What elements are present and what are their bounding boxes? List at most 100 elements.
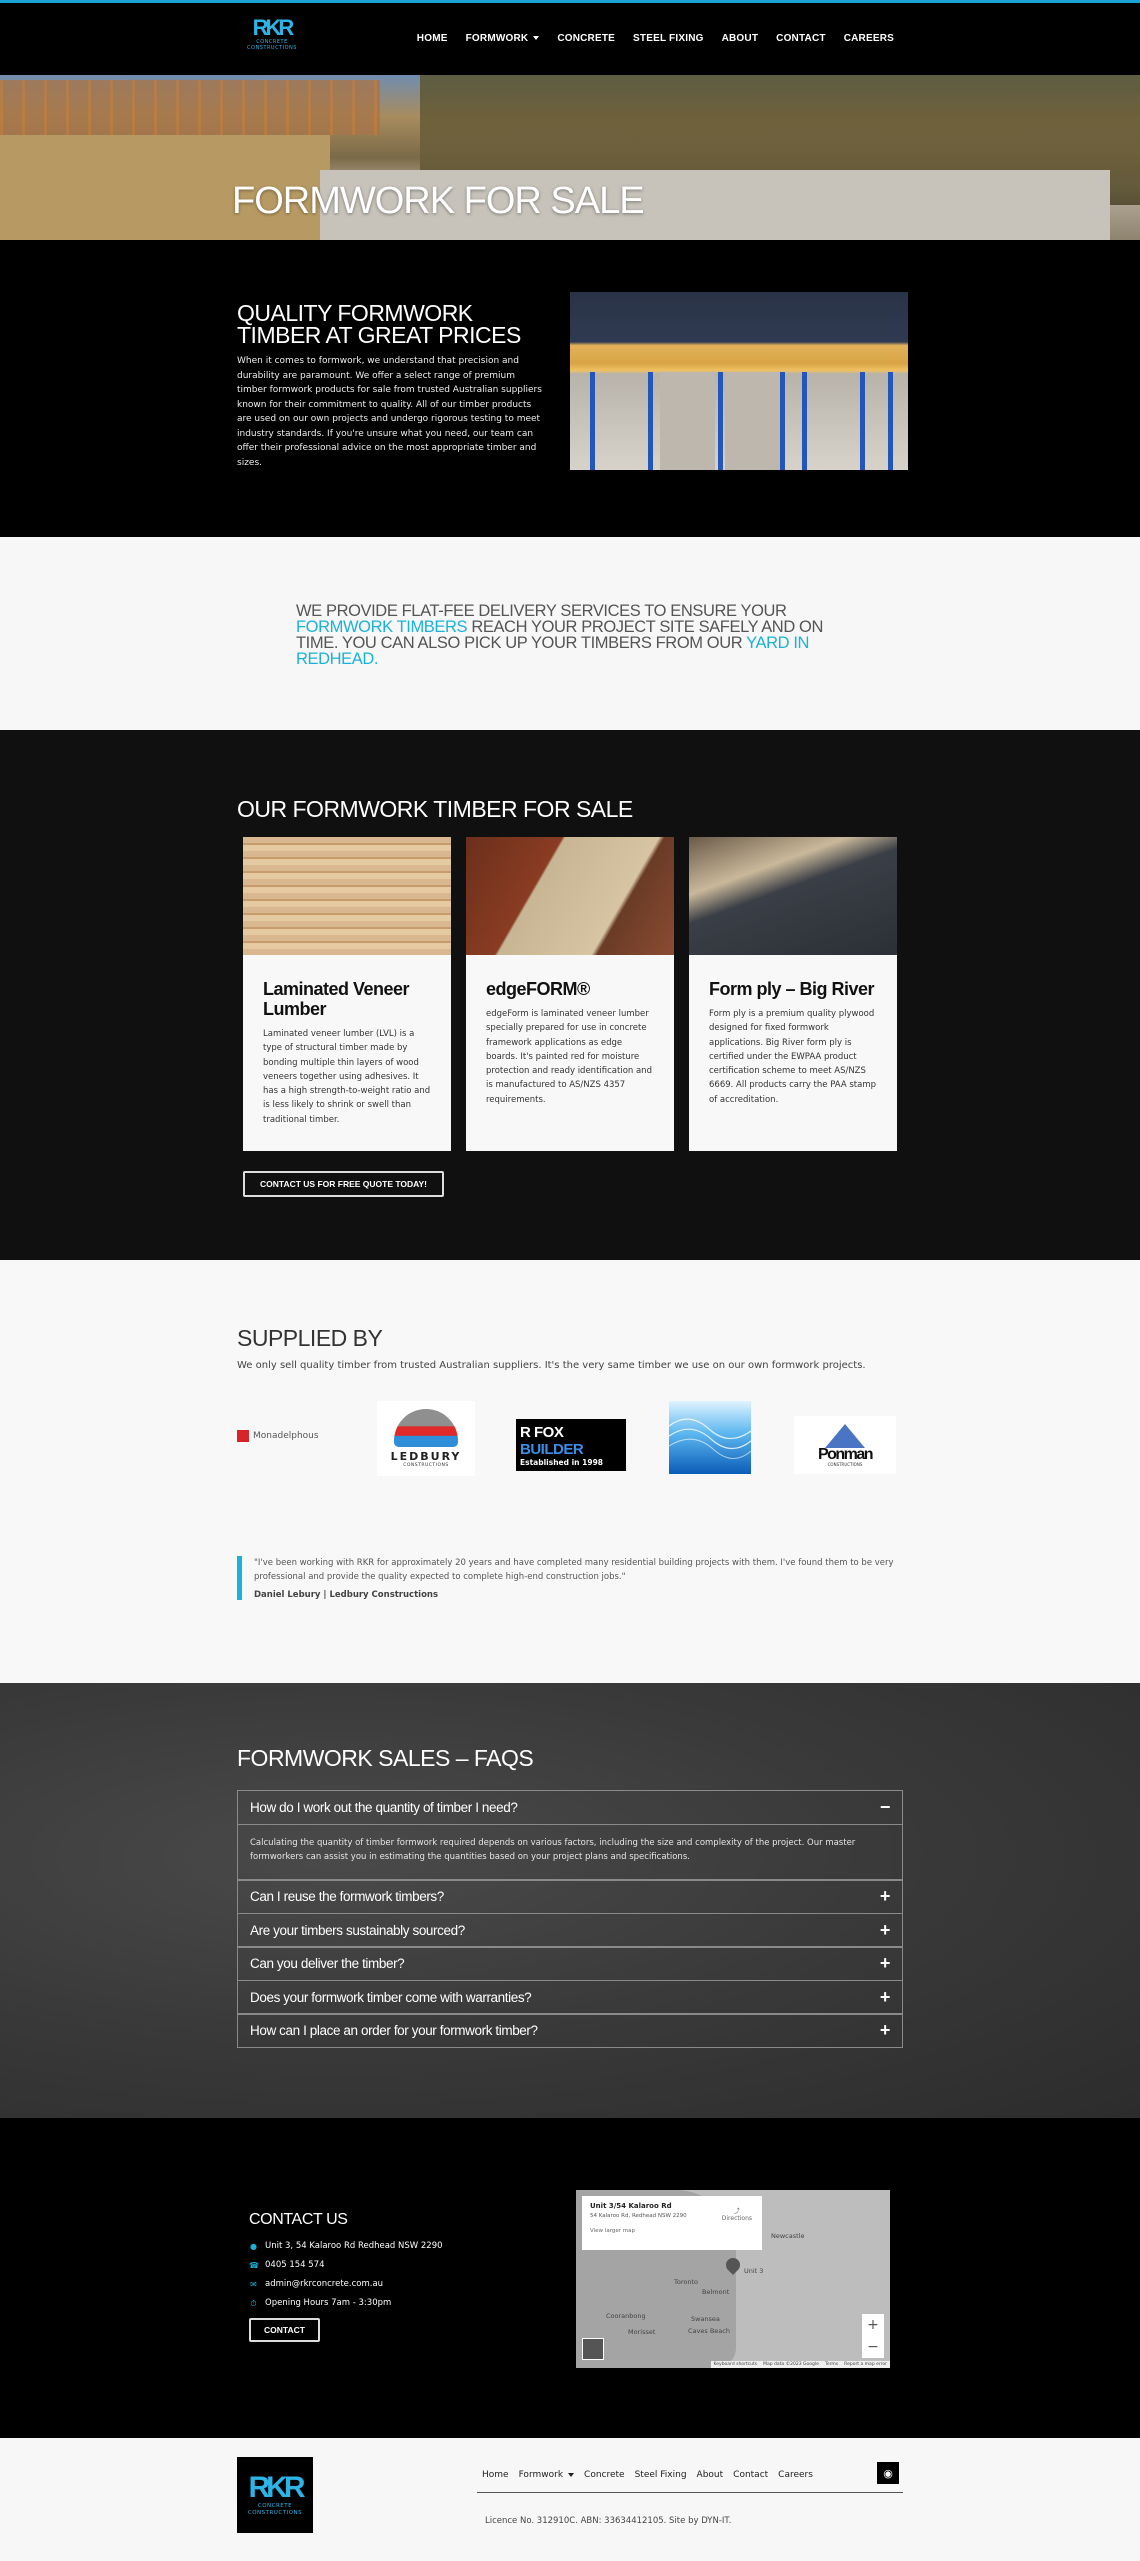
satellite-toggle[interactable] bbox=[582, 2338, 604, 2360]
site-logo[interactable]: RKR CONCRETE CONSTRUCTIONS bbox=[246, 17, 298, 61]
nav-careers[interactable]: CAREERS bbox=[844, 33, 894, 44]
nav-steel-fixing[interactable]: STEEL FIXING bbox=[633, 33, 704, 44]
footer-nav-contact[interactable]: Contact bbox=[733, 2470, 768, 2480]
site-header: RKR CONCRETE CONSTRUCTIONS HOME FORMWORK… bbox=[0, 0, 1140, 75]
monadelphous-mark-icon bbox=[237, 1430, 249, 1442]
faq-item: Are your timbers sustainably sourced? + bbox=[237, 1912, 903, 1948]
nav-concrete[interactable]: CONCRETE bbox=[557, 33, 615, 44]
map-pin-label: Unit 3 bbox=[744, 2267, 764, 2275]
chevron-down-icon bbox=[568, 2472, 575, 2477]
contact-button[interactable]: CONTACT bbox=[249, 2318, 320, 2342]
zoom-out-icon[interactable]: − bbox=[867, 2339, 879, 2355]
map-attribution: Keyboard shortcuts Map data ©2023 Google… bbox=[710, 2361, 890, 2368]
product-title: Form ply – Big River bbox=[709, 979, 875, 999]
faq-question: Can I reuse the formwork timbers? bbox=[250, 1889, 444, 1904]
instagram-icon[interactable]: ◉ bbox=[877, 2462, 899, 2484]
rfox-name-b: BUILDER bbox=[520, 1440, 584, 1458]
footer-nav-formwork-label: Formwork bbox=[518, 2470, 564, 2480]
testimonial-author: Daniel Lebury | Ledbury Constructions bbox=[254, 1590, 439, 1600]
photo-column bbox=[725, 372, 780, 470]
contact-address: ● Unit 3, 54 Kalaroo Rd Redhead NSW 2290 bbox=[249, 2237, 443, 2256]
nav-home[interactable]: HOME bbox=[417, 33, 448, 44]
product-title: edgeFORM® bbox=[486, 979, 590, 999]
main-nav: HOME FORMWORK CONCRETE STEEL FIXING ABOU… bbox=[417, 33, 894, 44]
contact-heading: CONTACT US bbox=[249, 2211, 348, 2228]
product-card-edgeform: edgeFORM® edgeForm is laminated veneer l… bbox=[466, 837, 674, 1151]
faq-accordion: How do I work out the quantity of timber… bbox=[237, 1789, 903, 2048]
phone-icon: ☎ bbox=[249, 2261, 259, 2270]
expand-plus-icon[interactable]: + bbox=[880, 1987, 891, 2008]
faq-question: How can I place an order for your formwo… bbox=[250, 2023, 538, 2038]
photo-column bbox=[660, 372, 715, 470]
nav-contact[interactable]: CONTACT bbox=[776, 33, 826, 44]
directions-button[interactable]: ⤴ Directions bbox=[722, 2206, 752, 2222]
delivery-section: WE PROVIDE FLAT-FEE DELIVERY SERVICES TO… bbox=[0, 537, 1140, 730]
expand-plus-icon[interactable]: + bbox=[880, 1886, 891, 1907]
logo-line-2: CONSTRUCTIONS bbox=[247, 45, 297, 51]
faq-heading: FORMWORK SALES – FAQS bbox=[237, 1745, 534, 1771]
footer-nav: Home Formwork Concrete Steel Fixing Abou… bbox=[482, 2470, 813, 2480]
faq-question-toggle[interactable]: Does your formwork timber come with warr… bbox=[238, 1981, 902, 2014]
faq-item: How can I place an order for your formwo… bbox=[237, 2013, 903, 2048]
map-label: Cooranbong bbox=[606, 2312, 646, 2320]
expand-plus-icon[interactable]: + bbox=[880, 2020, 891, 2041]
delivery-statement: WE PROVIDE FLAT-FEE DELIVERY SERVICES TO… bbox=[296, 603, 856, 668]
faq-question-toggle[interactable]: How can I place an order for your formwo… bbox=[238, 2014, 902, 2047]
footer-divider bbox=[477, 2492, 903, 2493]
footer-nav-formwork[interactable]: Formwork bbox=[518, 2470, 575, 2480]
nav-formwork[interactable]: FORMWORK bbox=[466, 33, 540, 44]
faq-answer: Calculating the quantity of timber formw… bbox=[238, 1823, 902, 1880]
chevron-down-icon bbox=[533, 36, 540, 41]
page-title: FORMWORK FOR SALE bbox=[232, 180, 645, 222]
faq-question: Are your timbers sustainably sourced? bbox=[250, 1922, 465, 1938]
collapse-minus-icon[interactable]: − bbox=[880, 1797, 891, 1818]
nav-about[interactable]: ABOUT bbox=[722, 33, 759, 44]
footer-nav-about[interactable]: About bbox=[697, 2470, 724, 2480]
products-section: OUR FORMWORK TIMBER FOR SALE Laminated V… bbox=[0, 730, 1140, 1260]
ponman-name: Ponman bbox=[817, 1445, 874, 1463]
directions-icon: ⤴ bbox=[733, 2208, 740, 2215]
terms-link[interactable]: Terms bbox=[825, 2362, 838, 2367]
contact-phone[interactable]: ☎ 0405 154 574 bbox=[249, 2256, 443, 2275]
map-label: Swansea bbox=[691, 2315, 720, 2323]
supplied-heading: SUPPLIED BY bbox=[237, 1325, 383, 1351]
faq-question-toggle[interactable]: Can I reuse the formwork timbers? + bbox=[238, 1880, 902, 1913]
view-larger-map-link[interactable]: View larger map bbox=[590, 2228, 754, 2234]
keyboard-shortcuts-link[interactable]: Keyboard shortcuts bbox=[714, 2362, 758, 2367]
product-description: edgeForm is laminated veneer lumber spec… bbox=[486, 1009, 652, 1105]
photo-prop bbox=[888, 372, 893, 470]
footer-nav-steel-fixing[interactable]: Steel Fixing bbox=[635, 2470, 687, 2480]
faq-item: Can I reuse the formwork timbers? + bbox=[237, 1879, 903, 1914]
product-image-lvl bbox=[243, 837, 451, 955]
hours-text: Opening Hours 7am - 3:30pm bbox=[265, 2298, 392, 2308]
faq-question-toggle[interactable]: How do I work out the quantity of timber… bbox=[238, 1791, 902, 1824]
contact-email[interactable]: ✉ admin@rkrconcrete.com.au bbox=[249, 2275, 443, 2294]
expand-plus-icon[interactable]: + bbox=[880, 1953, 891, 1974]
footer-nav-careers[interactable]: Careers bbox=[778, 2470, 813, 2480]
photo-prop bbox=[780, 372, 785, 470]
zoom-in-icon[interactable]: + bbox=[867, 2317, 879, 2333]
faq-question-toggle[interactable]: Are your timbers sustainably sourced? + bbox=[238, 1914, 902, 1947]
footer-legal: Licence No. 312910C. ABN: 33634412105. S… bbox=[485, 2516, 732, 2526]
logo-mark: RKR bbox=[248, 2471, 306, 2504]
expand-plus-icon[interactable]: + bbox=[880, 1920, 891, 1941]
footer-logo[interactable]: RKR CONCRETE CONSTRUCTIONS bbox=[237, 2457, 313, 2533]
phone-text[interactable]: 0405 154 574 bbox=[265, 2256, 324, 2275]
faq-item: Does your formwork timber come with warr… bbox=[237, 1979, 903, 2015]
google-map-embed[interactable]: Newcastle Toronto Belmont Cooranbong Swa… bbox=[576, 2190, 890, 2368]
footer-nav-home[interactable]: Home bbox=[482, 2470, 509, 2480]
photo-prop bbox=[590, 372, 595, 470]
footer-nav-concrete[interactable]: Concrete bbox=[584, 2470, 625, 2480]
quality-heading: QUALITY FORMWORK TIMBER AT GREAT PRICES bbox=[237, 300, 521, 348]
ledbury-sub: CONSTRUCTIONS bbox=[403, 1463, 449, 1468]
report-error-link[interactable]: Report a map error bbox=[844, 2362, 887, 2367]
logo-line-2: CONSTRUCTIONS bbox=[247, 2510, 303, 2516]
free-quote-button[interactable]: CONTACT US FOR FREE QUOTE TODAY! bbox=[243, 1171, 445, 1197]
products-heading: OUR FORMWORK TIMBER FOR SALE bbox=[237, 796, 633, 822]
faq-question-toggle[interactable]: Can you deliver the timber? + bbox=[238, 1947, 902, 1980]
email-text[interactable]: admin@rkrconcrete.com.au bbox=[265, 2275, 383, 2294]
rfox-name: R FOX BUILDER bbox=[520, 1424, 626, 1458]
logo-line-1: CONCRETE bbox=[257, 2503, 293, 2509]
ledbury-name: LEDBURY bbox=[390, 1450, 462, 1463]
faq-item: Can you deliver the timber? + bbox=[237, 1946, 903, 1981]
